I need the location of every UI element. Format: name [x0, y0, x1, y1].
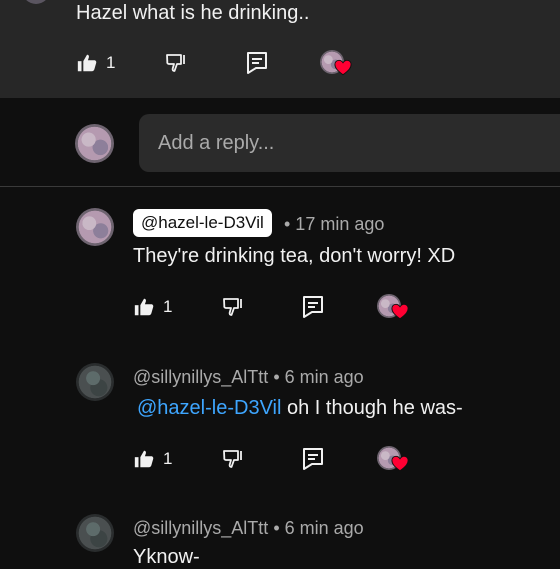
reply-icon [303, 448, 323, 470]
comment-body: oh I though he was- [281, 397, 463, 419]
author-handle[interactable]: @sillynillys_AlTtt • 6 min ago [133, 367, 364, 388]
reply-button[interactable] [302, 444, 324, 474]
highlighted-comment: Hazel what is he drinking.. 1 [0, 0, 560, 98]
creator-heart-icon [391, 303, 409, 320]
comment-text: Hazel what is he drinking.. [76, 2, 310, 24]
author-handle-chip[interactable]: @hazel-le-D3Vil [133, 209, 272, 237]
comment-text: Yknow- [133, 546, 200, 568]
reply-placeholder: Add a reply... [158, 132, 275, 154]
comment-text: @hazel-le-D3Vil oh I though he was- [137, 397, 463, 420]
reply-input[interactable]: Add a reply... [139, 114, 560, 172]
divider [0, 186, 560, 187]
creator-heart-icon [334, 59, 352, 76]
thumbs-up-icon [134, 450, 154, 468]
reply-icon [303, 296, 323, 318]
current-user-avatar[interactable] [75, 124, 114, 163]
reply-icon [247, 52, 267, 74]
reply-button[interactable] [302, 292, 324, 322]
author-handle[interactable]: @sillynillys_AlTtt • 6 min ago [133, 518, 364, 539]
avatar[interactable] [76, 363, 114, 401]
creator-heart-icon [391, 455, 409, 472]
author-handle-text: @sillynillys_AlTtt [133, 518, 269, 538]
like-button[interactable]: 1 [76, 48, 115, 78]
dislike-button[interactable] [221, 292, 245, 322]
timestamp: • 6 min ago [273, 367, 364, 387]
thumbs-up-icon [77, 54, 97, 72]
like-count: 1 [163, 449, 173, 468]
mention-link[interactable]: @hazel-le-D3Vil [137, 397, 281, 419]
timestamp: • 17 min ago [284, 214, 385, 234]
reply-button[interactable] [246, 48, 268, 78]
comment-actions: 1 [133, 444, 433, 474]
creator-heart [377, 444, 411, 474]
comment-text: They're drinking tea, don't worry! XD [133, 245, 456, 267]
dislike-button[interactable] [221, 444, 245, 474]
author-handle-text: @sillynillys_AlTtt [133, 367, 269, 387]
timestamp: • 6 min ago [273, 518, 364, 538]
comment-actions: 1 [76, 48, 376, 78]
thumbs-down-icon [223, 298, 242, 316]
like-button[interactable]: 1 [133, 444, 172, 474]
dislike-button[interactable] [164, 48, 188, 78]
creator-heart [377, 292, 411, 322]
thumbs-down-icon [223, 450, 242, 468]
like-button[interactable]: 1 [133, 292, 172, 322]
thumbs-up-icon [134, 298, 154, 316]
avatar[interactable] [76, 514, 114, 552]
like-count: 1 [163, 297, 173, 316]
comment-actions: 1 [133, 292, 433, 322]
like-count: 1 [106, 53, 116, 72]
avatar[interactable] [76, 208, 114, 246]
thumbs-down-icon [166, 54, 185, 72]
avatar[interactable] [22, 0, 50, 4]
creator-heart [320, 48, 354, 78]
